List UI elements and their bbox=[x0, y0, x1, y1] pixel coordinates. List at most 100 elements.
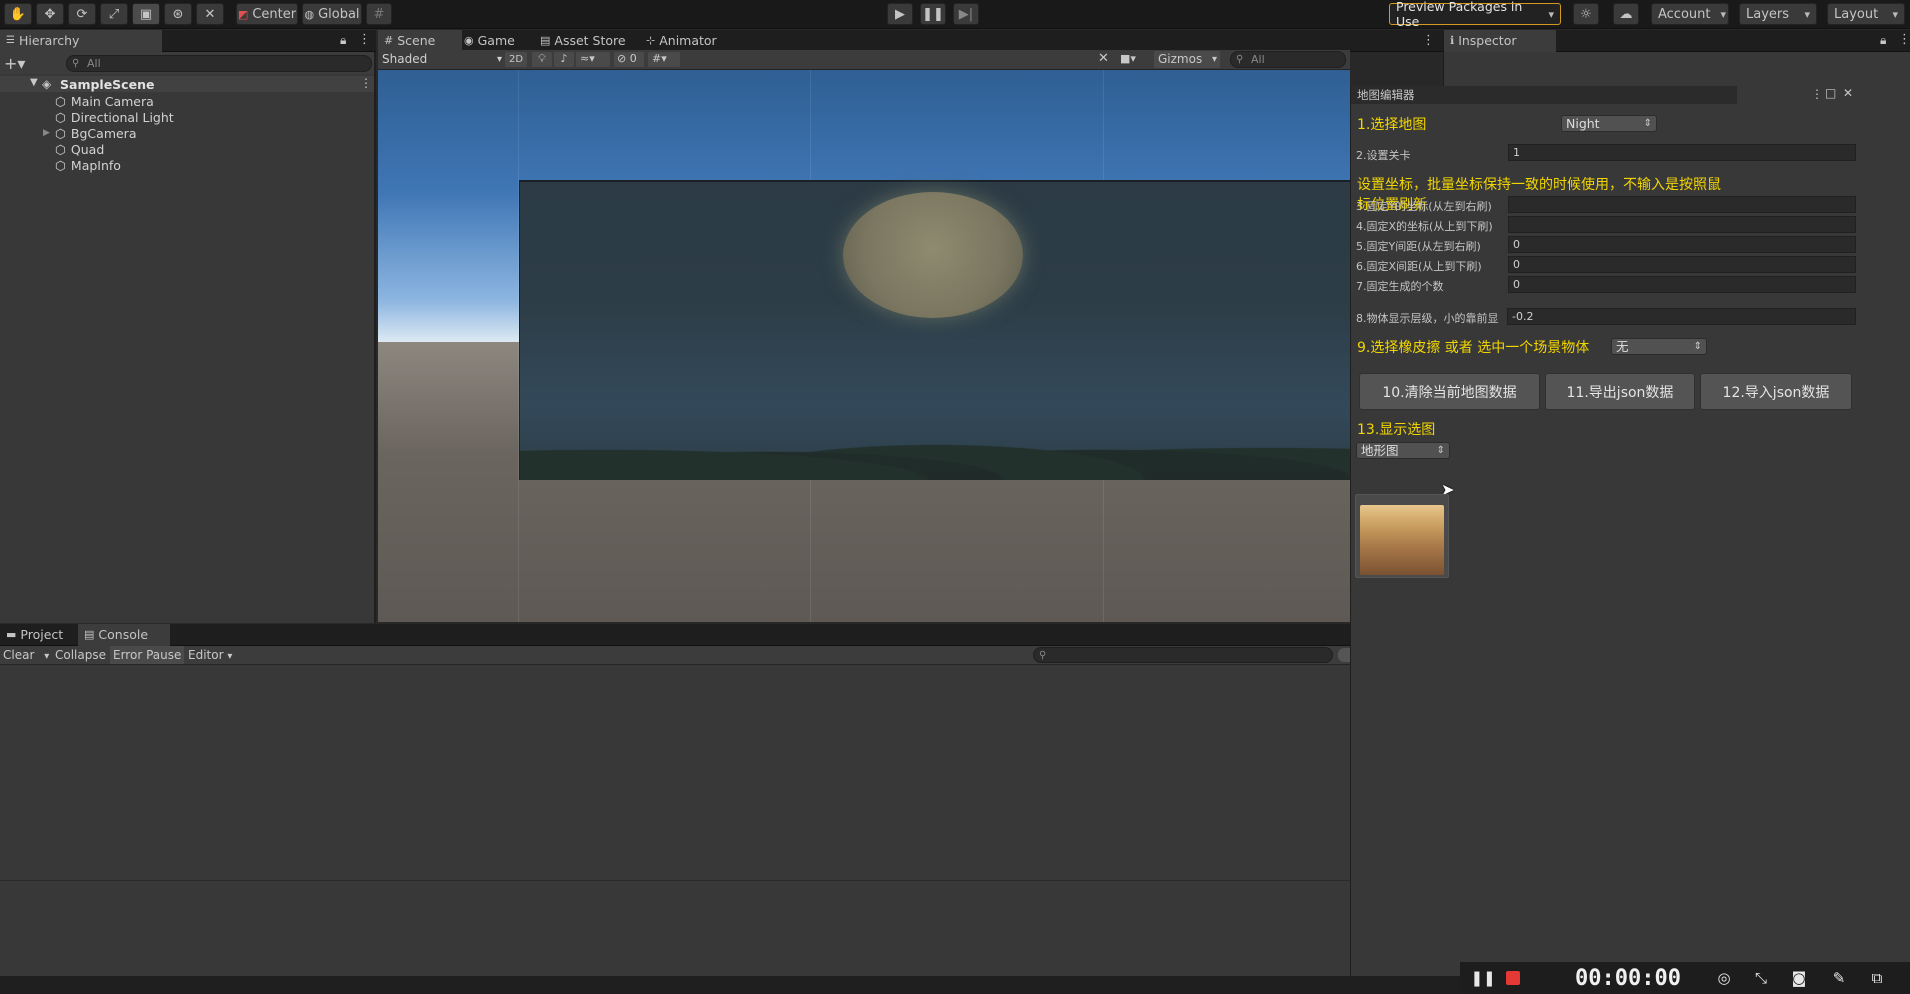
draw-button[interactable]: ✎ bbox=[1830, 969, 1848, 987]
custom-tool-button[interactable]: ✕ bbox=[196, 3, 224, 25]
list-item-label: BgCamera bbox=[70, 125, 137, 141]
grid-visibility-dropdown[interactable]: #▾ bbox=[648, 52, 680, 67]
scene-row[interactable]: ▼ ◈ SampleScene ⋮ bbox=[0, 76, 374, 92]
background-quad[interactable] bbox=[519, 180, 1350, 480]
scene-search-placeholder: All bbox=[1251, 53, 1265, 66]
tab-animator[interactable]: ⊹ Animator bbox=[640, 30, 742, 52]
list-item-label: Directional Light bbox=[70, 109, 174, 125]
pause-icon: ❚❚ bbox=[922, 6, 944, 22]
play-button[interactable]: ▶ bbox=[887, 3, 913, 25]
recorder-stop-button[interactable] bbox=[1504, 969, 1522, 987]
eraser-select-dropdown[interactable]: 无 bbox=[1611, 338, 1707, 355]
collapse-button[interactable]: Collapse bbox=[52, 646, 109, 664]
lock-icon[interactable]: 🔒︎ bbox=[1880, 33, 1886, 48]
lighting-toggle[interactable]: 💡︎ bbox=[532, 52, 552, 67]
gameobject-icon: ⬡ bbox=[55, 93, 66, 109]
tab-project[interactable]: ▬ Project bbox=[0, 624, 86, 646]
tools-icon[interactable]: ✕ bbox=[1098, 51, 1109, 66]
export-json-button[interactable]: 11.导出json数据 bbox=[1545, 373, 1695, 410]
pause-button[interactable]: ❚❚ bbox=[920, 3, 946, 25]
map-editor-titlebar[interactable]: 地图编辑器 bbox=[1351, 86, 1737, 104]
add-object-button[interactable]: +▾ bbox=[4, 54, 25, 73]
toggle-2d-button[interactable]: 2D bbox=[505, 52, 527, 67]
screenshot-region-button[interactable]: ◎ bbox=[1715, 969, 1733, 987]
close-icon[interactable]: ✕ bbox=[1843, 86, 1853, 100]
account-dropdown[interactable]: Account bbox=[1651, 3, 1729, 25]
lock-icon[interactable]: 🔒︎ bbox=[340, 33, 346, 48]
layers-dropdown[interactable]: Layers bbox=[1739, 3, 1817, 25]
hand-tool-button[interactable]: ✋ bbox=[4, 3, 32, 25]
preview-packages-label: Preview Packages in Use bbox=[1396, 0, 1523, 29]
cloud-button[interactable]: ☁ bbox=[1613, 3, 1639, 25]
map-select-dropdown[interactable]: Night bbox=[1561, 115, 1657, 132]
gameobject-icon: ⬡ bbox=[55, 125, 66, 141]
fixed-x-input[interactable] bbox=[1508, 216, 1856, 233]
tab-hierarchy[interactable]: ☰ Hierarchy bbox=[0, 30, 162, 52]
list-item[interactable]: ⬡ Main Camera bbox=[55, 93, 154, 109]
tab-game[interactable]: ◉ Game bbox=[458, 30, 540, 52]
list-item[interactable]: ⬡ MapInfo bbox=[55, 157, 121, 173]
move-tool-button[interactable]: ✥ bbox=[36, 3, 64, 25]
scene-viewport[interactable] bbox=[378, 70, 1350, 622]
hierarchy-search-input[interactable]: ⚲ All bbox=[66, 55, 372, 72]
transform-tool-button[interactable]: ⊛ bbox=[164, 3, 192, 25]
tab-inspector[interactable]: ℹ Inspector bbox=[1444, 30, 1556, 52]
step-button[interactable]: ▶| bbox=[953, 3, 979, 25]
tab-asset-store[interactable]: ▤ Asset Store bbox=[534, 30, 646, 52]
kebab-menu-icon[interactable]: ⋮ bbox=[1898, 32, 1910, 47]
recorder-pause-button[interactable]: ❚❚ bbox=[1470, 969, 1495, 987]
rect-tool-button[interactable]: ▣ bbox=[132, 3, 160, 25]
gizmos-dropdown[interactable]: Gizmos ▾ bbox=[1154, 51, 1220, 68]
minimize-recorder-button[interactable]: ⧉ bbox=[1868, 969, 1886, 987]
layout-dropdown[interactable]: Layout bbox=[1827, 3, 1905, 25]
fixed-y-input[interactable] bbox=[1508, 196, 1856, 213]
step6-label: 6.固定X间距(从上到下刷) bbox=[1356, 260, 1482, 273]
move-icon: ✥ bbox=[44, 6, 56, 22]
y-spacing-input[interactable]: 0 bbox=[1508, 236, 1856, 253]
settings-button[interactable]: ☼ bbox=[1573, 3, 1599, 25]
camera-dropdown[interactable]: ■▾ bbox=[1120, 52, 1150, 67]
hidden-objects-toggle[interactable]: ⊘ 0 bbox=[614, 52, 644, 67]
sort-layer-input[interactable]: -0.2 bbox=[1507, 308, 1856, 325]
spawn-count-input[interactable]: 0 bbox=[1508, 276, 1856, 293]
camera-capture-button[interactable]: ◙ bbox=[1790, 969, 1808, 987]
shading-mode-dropdown[interactable]: Shaded ▾ bbox=[382, 51, 502, 68]
tab-console[interactable]: ▤ Console bbox=[78, 624, 170, 646]
terrain-thumbnail[interactable] bbox=[1355, 494, 1449, 578]
list-item[interactable]: ⬡ Quad bbox=[55, 141, 104, 157]
kebab-menu-icon[interactable]: ⋮ bbox=[358, 32, 371, 47]
kebab-menu-icon[interactable]: ⋮ bbox=[1422, 33, 1435, 48]
kebab-menu-icon[interactable]: ⋮ bbox=[1811, 87, 1823, 101]
audio-toggle[interactable]: ♪ bbox=[554, 52, 574, 67]
clear-map-button[interactable]: 10.清除当前地图数据 bbox=[1359, 373, 1540, 410]
scene-menu-icon[interactable]: ⋮ bbox=[360, 76, 372, 90]
expand-arrow-icon[interactable]: ▼ bbox=[30, 77, 38, 88]
x-spacing-input[interactable]: 0 bbox=[1508, 256, 1856, 273]
list-item[interactable]: ⬡ Directional Light bbox=[55, 109, 174, 125]
fullscreen-button[interactable]: ⤡ bbox=[1752, 969, 1770, 987]
tab-scene[interactable]: # Scene bbox=[378, 30, 462, 52]
effects-dropdown[interactable]: ≈▾ bbox=[576, 52, 610, 67]
toggle-2d-label: 2D bbox=[508, 54, 524, 65]
clear-button[interactable]: Clear ▾ bbox=[0, 646, 52, 664]
pivot-global-button[interactable]: ◍ Global bbox=[302, 3, 362, 25]
display-map-dropdown[interactable]: 地形图 bbox=[1356, 442, 1450, 459]
list-item-label: Main Camera bbox=[70, 93, 154, 109]
preview-packages-button[interactable]: Preview Packages in Use bbox=[1389, 0, 1561, 29]
scene-search-input[interactable]: ⚲ All bbox=[1230, 51, 1346, 68]
console-search-input[interactable]: ⚲ bbox=[1033, 647, 1333, 663]
rotate-tool-button[interactable]: ⟳ bbox=[68, 3, 96, 25]
import-json-button[interactable]: 12.导入json数据 bbox=[1700, 373, 1852, 410]
scale-tool-button[interactable]: ⤢ bbox=[100, 3, 128, 25]
hierarchy-search-row: +▾ ⚲ All bbox=[0, 52, 374, 74]
expand-arrow-icon[interactable]: ▶ bbox=[43, 128, 50, 138]
pivot-center-button[interactable]: ◩ Center bbox=[236, 3, 298, 25]
level-input[interactable]: 1 bbox=[1508, 144, 1856, 161]
step2-label: 2.设置关卡 bbox=[1356, 149, 1411, 162]
maximize-icon[interactable]: □ bbox=[1825, 86, 1836, 100]
error-pause-button[interactable]: Error Pause bbox=[110, 646, 185, 664]
editor-dropdown[interactable]: Editor ▾ bbox=[185, 646, 235, 664]
list-item[interactable]: ▶ ⬡ BgCamera bbox=[43, 125, 137, 141]
grid-snap-button[interactable]: # bbox=[366, 3, 392, 25]
message-filter-icon[interactable] bbox=[1338, 648, 1350, 662]
